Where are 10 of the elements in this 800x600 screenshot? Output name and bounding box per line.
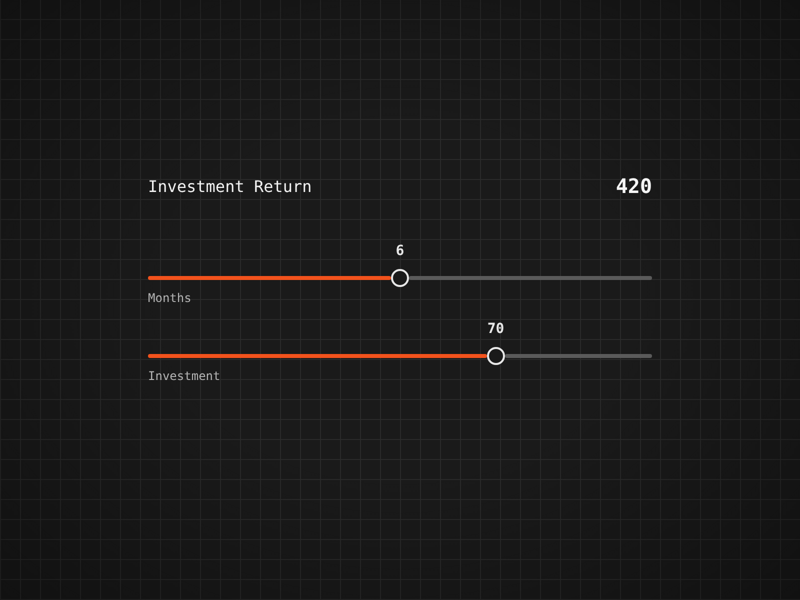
slider[interactable] — [148, 347, 652, 365]
slider-label: Months — [148, 291, 192, 305]
widget-title: Investment Return — [148, 176, 312, 196]
slider-thumb[interactable] — [486, 347, 505, 365]
slider[interactable] — [148, 269, 652, 287]
slider-value: 6 — [396, 243, 404, 259]
slider-thumb[interactable] — [391, 269, 409, 287]
return-value: 420 — [616, 174, 652, 198]
slider-value: 70 — [487, 321, 504, 337]
slider-label: Investment — [148, 369, 220, 383]
